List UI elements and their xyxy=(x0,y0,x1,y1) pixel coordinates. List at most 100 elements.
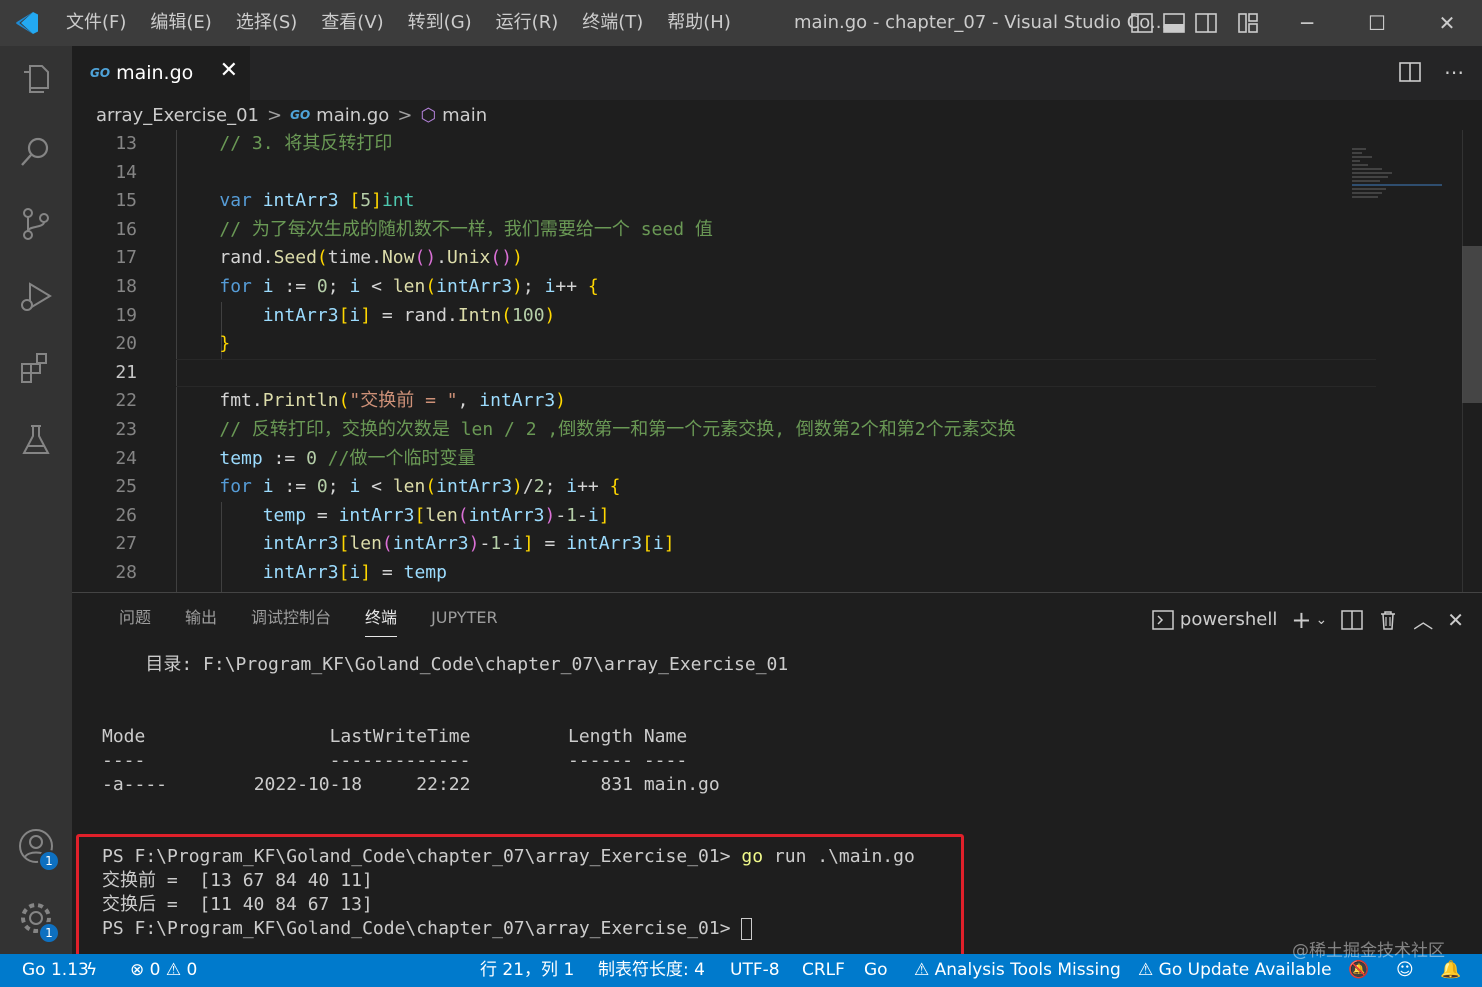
editor-tab-bar: GO main.go ✕ ⋯ xyxy=(72,46,1482,100)
watermark: @稀土掘金技术社区 xyxy=(1292,941,1445,961)
encoding[interactable]: UTF-8 xyxy=(730,954,780,987)
minimap-line xyxy=(1352,164,1368,166)
window-controls: ─ ☐ ✕ xyxy=(1272,0,1482,46)
breadcrumb-folder[interactable]: array_Exercise_01 xyxy=(96,105,259,126)
code-line: temp = intArr3[len(intArr3)-1-i] xyxy=(262,504,610,526)
tab-output[interactable]: 输出 xyxy=(168,593,234,643)
go-update-label: Go Update Available xyxy=(1158,960,1332,980)
menu-run[interactable]: 运行(R) xyxy=(484,0,571,46)
line-number: 18 xyxy=(115,275,137,297)
code-line: for i := 0; i < len(intArr3)/2; i++ { xyxy=(219,476,621,498)
tab-label: main.go xyxy=(116,62,194,84)
menu-terminal[interactable]: 终端(T) xyxy=(570,0,655,46)
code-line-current xyxy=(176,358,1376,388)
search-icon[interactable] xyxy=(14,130,58,174)
minimap-line xyxy=(1352,196,1378,198)
code-line: rand.Seed(time.Now().Unix()) xyxy=(219,247,523,269)
minimap[interactable] xyxy=(1352,130,1462,592)
code-lines: // 3. 将其反转打印 var intArr3 [5]int // 为了每次生… xyxy=(176,130,1376,588)
symbol-cube-icon: ⬡ xyxy=(420,104,437,126)
code-line: intArr3[i] = temp xyxy=(262,561,447,583)
language-mode[interactable]: Go xyxy=(864,954,888,987)
terminal-shell-name[interactable]: powershell xyxy=(1180,609,1278,630)
menu-edit[interactable]: 编辑(E) xyxy=(138,0,223,46)
title-bar: 文件(F) 编辑(E) 选择(S) 查看(V) 转到(G) 运行(R) 终端(T… xyxy=(0,0,1482,46)
toggle-primary-sidebar-icon[interactable] xyxy=(1130,11,1154,35)
minimize-button[interactable]: ─ xyxy=(1272,0,1342,46)
menu-selection[interactable]: 选择(S) xyxy=(224,0,309,46)
toggle-secondary-sidebar-icon[interactable] xyxy=(1194,11,1218,35)
minimap-line xyxy=(1352,156,1372,158)
minimap-line xyxy=(1352,152,1362,154)
close-window-button[interactable]: ✕ xyxy=(1412,0,1482,46)
minimap-line xyxy=(1352,160,1360,162)
menu-go[interactable]: 转到(G) xyxy=(396,0,484,46)
line-number: 20 xyxy=(115,333,137,355)
explorer-icon[interactable] xyxy=(14,58,58,102)
manage-badge: 1 xyxy=(38,922,60,944)
code-line: var intArr3 [5]int xyxy=(219,190,415,212)
go-version[interactable]: Go 1.13 xyxy=(22,954,89,987)
maximize-button[interactable]: ☐ xyxy=(1342,0,1412,46)
trash-icon[interactable] xyxy=(1377,609,1399,631)
terminal-icon xyxy=(1152,609,1174,630)
breadcrumb-symbol[interactable]: main xyxy=(442,105,487,126)
code-line: for i := 0; i < len(intArr3); i++ { xyxy=(219,275,599,297)
line-number: 23 xyxy=(115,418,137,440)
accounts-icon[interactable]: 1 xyxy=(14,824,60,872)
menu-bar: 文件(F) 编辑(E) 选择(S) 查看(V) 转到(G) 运行(R) 终端(T… xyxy=(54,0,743,46)
line-number: 14 xyxy=(115,161,137,183)
minimap-line xyxy=(1352,180,1380,182)
terminal-line: Mode LastWriteTime Length Name xyxy=(102,726,688,747)
line-number: 24 xyxy=(115,447,137,469)
code-line: // 3. 将其反转打印 xyxy=(219,133,393,154)
split-terminal-icon[interactable] xyxy=(1341,609,1363,631)
line-number: 15 xyxy=(115,190,137,212)
chevron-right-icon: > xyxy=(397,104,413,126)
split-editor-icon[interactable] xyxy=(1398,60,1422,84)
customize-layout-icon[interactable] xyxy=(1236,11,1260,35)
terminal-line: ---- ------------- ------ ---- xyxy=(102,750,688,771)
editor-actions: ⋯ xyxy=(1398,60,1464,84)
more-actions-icon[interactable]: ⋯ xyxy=(1444,60,1464,84)
problems-indicator[interactable]: ⊗ 0 ⚠ 0 xyxy=(130,954,197,987)
line-number: 27 xyxy=(115,533,137,555)
line-number: 22 xyxy=(115,390,137,412)
run-debug-icon[interactable] xyxy=(14,274,58,318)
go-file-icon: GO xyxy=(290,108,311,122)
window-title: main.go - chapter_07 - Visual Studio Co.… xyxy=(794,12,1168,33)
breadcrumb: array_Exercise_01 > GO main.go > ⬡ main xyxy=(72,100,1482,130)
line-ending[interactable]: CRLF xyxy=(802,954,845,987)
breadcrumb-file[interactable]: main.go xyxy=(316,105,389,126)
minimap-line xyxy=(1352,184,1442,186)
extensions-icon[interactable] xyxy=(14,346,58,390)
indentation[interactable]: 制表符长度: 4 xyxy=(598,954,705,987)
testing-icon[interactable] xyxy=(14,418,58,462)
source-control-icon[interactable] xyxy=(14,202,58,246)
new-terminal-icon[interactable]: + xyxy=(1291,606,1311,634)
tab-terminal[interactable]: 终端 xyxy=(348,593,414,643)
toggle-panel-icon[interactable] xyxy=(1162,11,1186,35)
code-editor[interactable]: 13 14 15 16 17 18 19 20 21 22 23 24 25 2… xyxy=(72,130,1482,592)
chevron-down-icon[interactable]: ⌄ xyxy=(1316,612,1328,628)
tab-jupyter[interactable]: JUPYTER xyxy=(414,593,515,643)
analysis-tools-missing[interactable]: ⚠ Analysis Tools Missing xyxy=(914,954,1121,987)
editor-scrollbar[interactable] xyxy=(1462,246,1482,403)
minimap-line xyxy=(1352,176,1388,178)
manage-gear-icon[interactable]: 1 xyxy=(14,896,60,944)
tab-problems[interactable]: 问题 xyxy=(102,593,168,643)
menu-view[interactable]: 查看(V) xyxy=(309,0,395,46)
maximize-panel-icon[interactable]: ︿ xyxy=(1413,605,1433,634)
tab-close-icon[interactable]: ✕ xyxy=(220,58,238,83)
code-line: } xyxy=(219,333,231,355)
tab-debug-console[interactable]: 调试控制台 xyxy=(234,593,348,643)
menu-file[interactable]: 文件(F) xyxy=(54,0,138,46)
tab-main-go[interactable]: GO main.go ✕ xyxy=(72,46,250,100)
cursor-position[interactable]: 行 21，列 1 xyxy=(480,954,574,987)
code-line: // 为了每次生成的随机数不一样，我们需要给一个 seed 值 xyxy=(219,218,713,240)
warning-icon: ⚠ xyxy=(914,960,930,980)
close-panel-icon[interactable]: ✕ xyxy=(1447,608,1464,632)
menu-help[interactable]: 帮助(H) xyxy=(655,0,743,46)
